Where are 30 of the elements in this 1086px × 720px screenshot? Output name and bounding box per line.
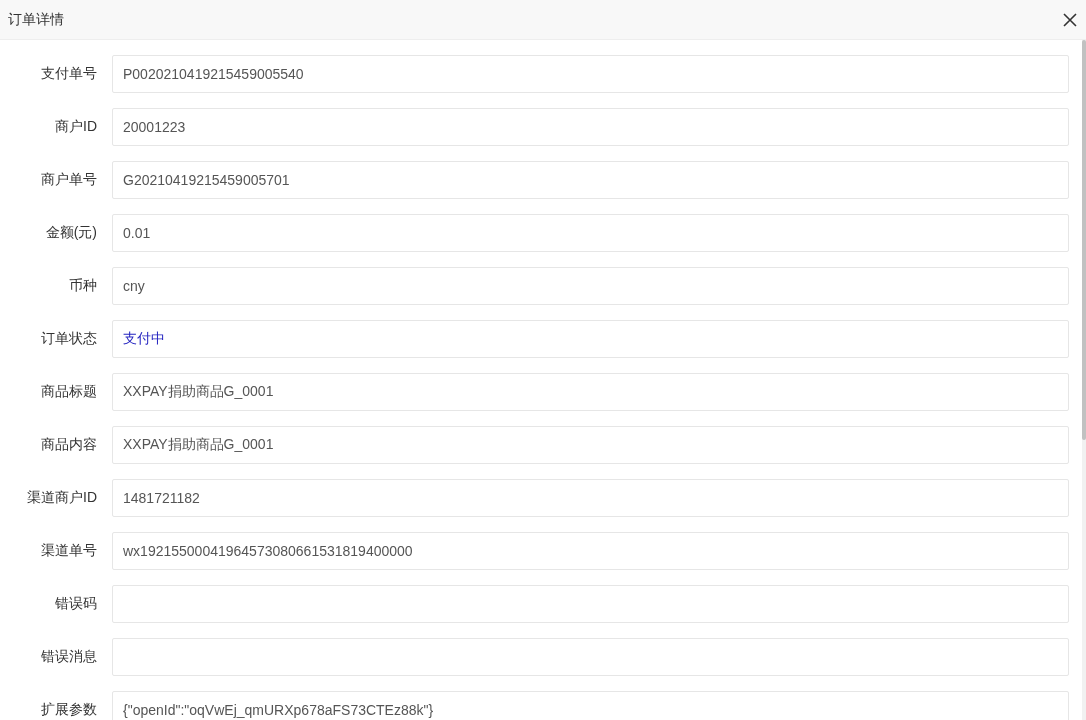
scrollbar[interactable] <box>1082 40 1086 720</box>
field-label: 商户单号 <box>40 171 98 189</box>
field-label: 错误消息 <box>40 648 98 666</box>
field-label: 扩展参数 <box>40 701 98 719</box>
input-field[interactable]: {"openId":"oqVwEj_qmURXp678aFS73CTEz88k"} <box>112 691 1069 720</box>
scrollbar-thumb[interactable] <box>1082 40 1086 440</box>
input-field[interactable]: 支付中 <box>112 320 1069 358</box>
input-field[interactable]: P0020210419215459005540 <box>112 55 1069 93</box>
field-label: 支付单号 <box>40 65 98 83</box>
input-field[interactable] <box>112 585 1069 623</box>
input-field[interactable]: G20210419215459005701 <box>112 161 1069 199</box>
field-label: 商户ID <box>54 118 98 136</box>
input-field[interactable]: 1481721182 <box>112 479 1069 517</box>
dialog-title: 订单详情 <box>8 10 64 29</box>
input-field[interactable]: cny <box>112 267 1069 305</box>
field-label: 渠道单号 <box>40 542 98 560</box>
input-field[interactable]: 20001223 <box>112 108 1069 146</box>
field-label: 币种 <box>68 277 98 295</box>
field-label: 订单状态 <box>40 330 98 348</box>
close-icon[interactable] <box>1063 12 1077 27</box>
field-label: 商品标题 <box>40 383 98 401</box>
input-field[interactable]: wx19215500041964573080661531819400000 <box>112 532 1069 570</box>
field-label: 渠道商户ID <box>26 489 98 507</box>
input-field[interactable] <box>112 638 1069 676</box>
field-label: 商品内容 <box>40 436 98 454</box>
input-field[interactable]: 0.01 <box>112 214 1069 252</box>
input-field[interactable]: XXPAY捐助商品G_0001 <box>112 373 1069 411</box>
input-field[interactable]: XXPAY捐助商品G_0001 <box>112 426 1069 464</box>
field-label: 金额(元) <box>44 224 98 242</box>
field-label: 错误码 <box>54 595 98 613</box>
